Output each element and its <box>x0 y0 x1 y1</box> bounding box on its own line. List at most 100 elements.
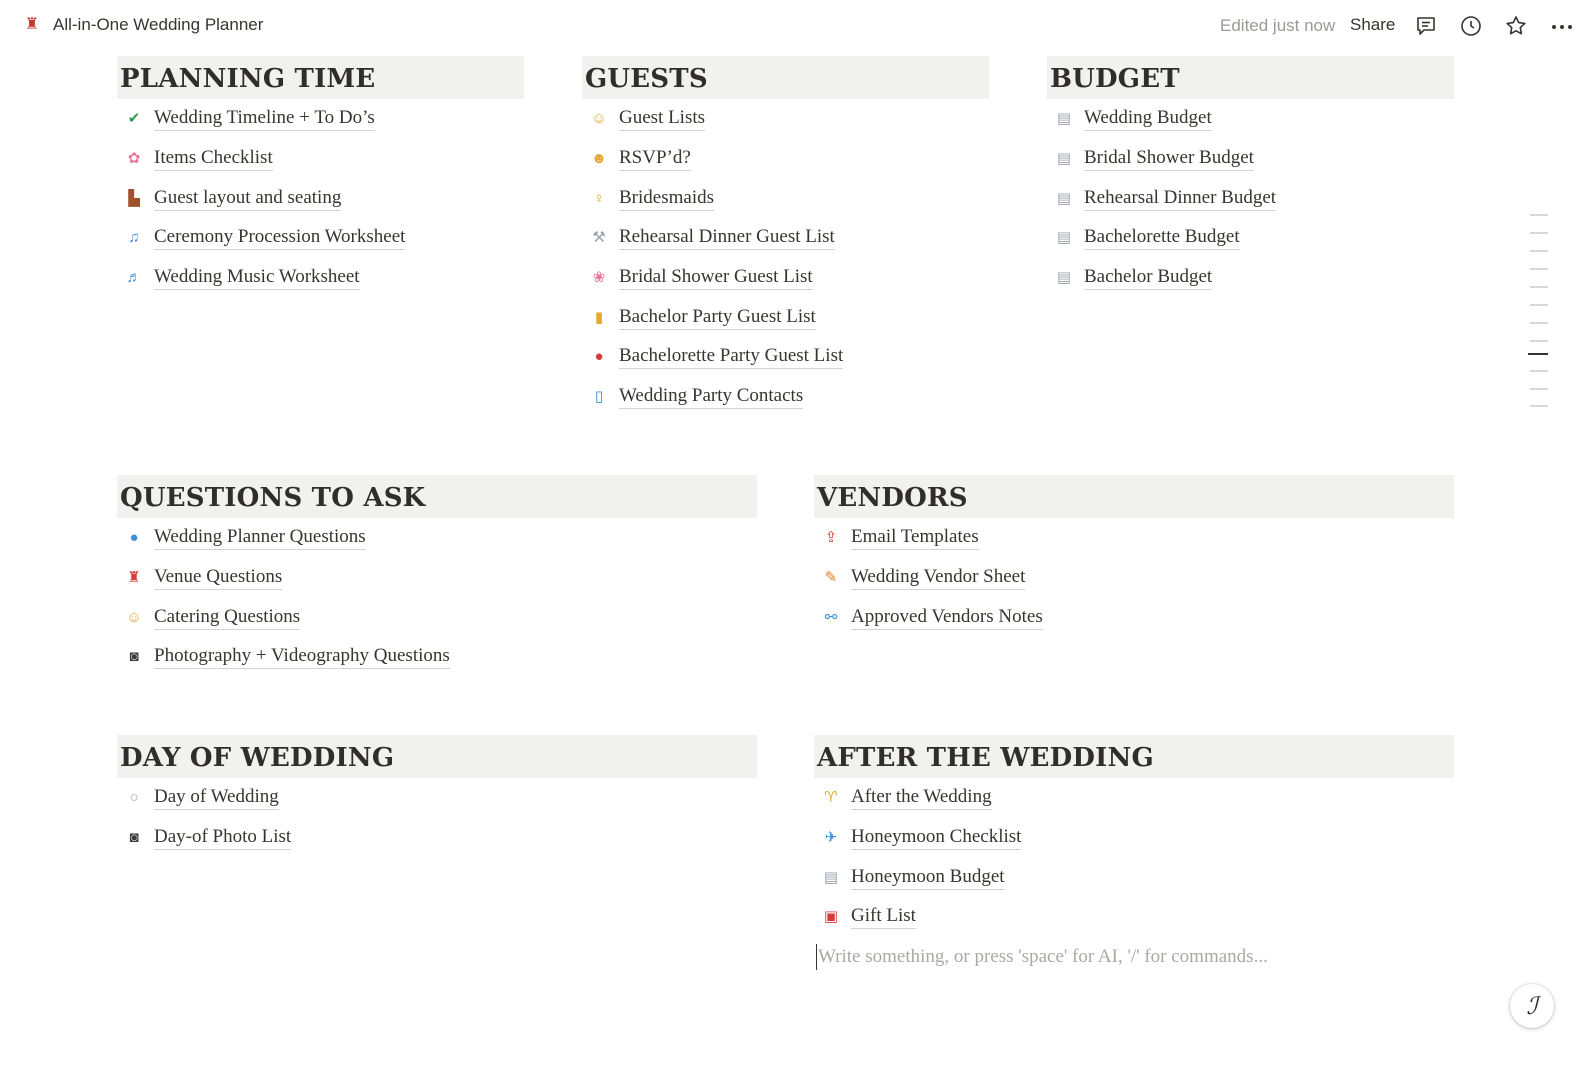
list-item-wedding-music[interactable]: ♬ Wedding Music Worksheet <box>117 258 524 298</box>
outline-mark[interactable] <box>1530 322 1548 324</box>
comment-icon[interactable] <box>1413 13 1439 39</box>
fork-knife-icon: ⚒ <box>592 229 606 247</box>
list-item-bridal-shower-guests[interactable]: ❀ Bridal Shower Guest List <box>582 258 989 298</box>
document-icon: ▤ <box>1056 229 1072 247</box>
outline-mark[interactable] <box>1530 405 1548 407</box>
outline-mark[interactable] <box>1530 304 1548 306</box>
section-heading: AFTER THE WEDDING <box>814 735 1454 778</box>
outline-mark[interactable] <box>1530 388 1548 390</box>
outline-mark[interactable] <box>1530 250 1548 252</box>
dayof-list: ○ Day of Wedding ◙ Day-of Photo List <box>117 778 757 857</box>
outline-mark-active[interactable] <box>1528 353 1548 355</box>
editor-placeholder[interactable]: Write something, or press 'space' for AI… <box>816 944 1268 970</box>
flower-icon: ✿ <box>127 150 141 168</box>
camera-flash-icon: ◙ <box>129 648 139 666</box>
list-item-honeymoon-checklist[interactable]: ✈ Honeymoon Checklist <box>814 818 1454 858</box>
list-item-wedding-vendor-sheet[interactable]: ✎ Wedding Vendor Sheet <box>814 558 1454 598</box>
budget-list: ▤ Wedding Budget ▤ Bridal Shower Budget ▤ R… <box>1047 99 1454 297</box>
more-options-icon[interactable] <box>1548 13 1578 39</box>
list-item-wedding-timeline[interactable]: ✔ Wedding Timeline + To Do’s <box>117 99 524 139</box>
star-icon[interactable] <box>1503 13 1529 39</box>
person-silhouette-icon: ● <box>129 529 139 547</box>
list-item-catering-questions[interactable]: ☺ Catering Questions <box>117 597 757 637</box>
yum-face-icon: ☺ <box>126 608 142 626</box>
help-glyph-icon: ℐ <box>1526 992 1538 1020</box>
outline-mark[interactable] <box>1530 232 1548 234</box>
section-heading: BUDGET <box>1047 56 1454 99</box>
outline-mark[interactable] <box>1530 268 1548 270</box>
section-heading: DAY OF WEDDING <box>117 735 757 778</box>
outline-mark[interactable] <box>1530 370 1548 372</box>
section-heading: PLANNING TIME <box>117 56 524 99</box>
section-budget: BUDGET ▤ Wedding Budget ▤ Bridal Shower Bu… <box>1047 56 1454 297</box>
section-heading: VENDORS <box>814 475 1454 518</box>
list-item-wedding-planner-questions[interactable]: ● Wedding Planner Questions <box>117 518 757 558</box>
section-questions-to-ask: QUESTIONS TO ASK ● Wedding Planner Questi… <box>117 475 757 677</box>
guests-list: ☺ Guest Lists ☻ RSVP’d? ♀ Bridesmaids ⚒ Rehe… <box>582 99 989 417</box>
after-list: ♈ After the Wedding ✈ Honeymoon Checklist … <box>814 778 1454 937</box>
music-notes-icon: ♬ <box>126 269 142 287</box>
list-item-bachelorette-budget[interactable]: ▤ Bachelorette Budget <box>1047 218 1454 258</box>
gift-icon: ▣ <box>823 908 839 926</box>
document-icon: ▤ <box>1056 110 1072 128</box>
list-item-bachelor-budget[interactable]: ▤ Bachelor Budget <box>1047 258 1454 298</box>
list-item-venue-questions[interactable]: ♜ Venue Questions <box>117 558 757 598</box>
section-vendors: VENDORS ⇪ Email Templates ✎ Wedding Vendor… <box>814 475 1454 637</box>
list-item-bridal-shower-budget[interactable]: ▤ Bridal Shower Budget <box>1047 139 1454 179</box>
planning-list: ✔ Wedding Timeline + To Do’s ✿ Items Check… <box>117 99 524 297</box>
list-item-day-of-wedding[interactable]: ○ Day of Wedding <box>117 778 757 818</box>
help-button[interactable]: ℐ <box>1510 984 1554 1028</box>
list-item-rehearsal-dinner-guests[interactable]: ⚒ Rehearsal Dinner Guest List <box>582 218 989 258</box>
section-after-the-wedding: AFTER THE WEDDING ♈ After the Wedding ✈ Ho… <box>814 735 1454 937</box>
list-item-rsvpd[interactable]: ☻ RSVP’d? <box>582 139 989 179</box>
outbox-icon: ⇪ <box>824 529 838 547</box>
beer-icon: ▮ <box>594 308 604 326</box>
list-item-gift-list[interactable]: ▣ Gift List <box>814 897 1454 937</box>
ring-icon: ○ <box>129 789 139 807</box>
wedding-chapel-icon: ♜ <box>127 569 141 587</box>
section-heading: QUESTIONS TO ASK <box>117 475 757 518</box>
history-clock-icon[interactable] <box>1458 13 1484 39</box>
airplane-icon: ✈ <box>824 829 838 847</box>
list-item-wedding-party-contacts[interactable]: ▯ Wedding Party Contacts <box>582 377 989 417</box>
list-item-items-checklist[interactable]: ✿ Items Checklist <box>117 139 524 179</box>
list-item-wedding-budget[interactable]: ▤ Wedding Budget <box>1047 99 1454 139</box>
list-item-honeymoon-budget[interactable]: ▤ Honeymoon Budget <box>814 857 1454 897</box>
list-item-bachelorette-party-guests[interactable]: ● Bachelorette Party Guest List <box>582 337 989 377</box>
list-item-bridesmaids[interactable]: ♀ Bridesmaids <box>582 178 989 218</box>
music-note-icon: ♫ <box>128 229 140 247</box>
page-title[interactable]: All-in-One Wedding Planner <box>53 15 263 35</box>
balloon-icon: ● <box>594 348 604 366</box>
list-item-approved-vendors-notes[interactable]: ⚯ Approved Vendors Notes <box>814 597 1454 637</box>
edited-status: Edited just now <box>1220 16 1336 35</box>
document-icon: ▤ <box>1056 189 1072 207</box>
list-item-after-the-wedding[interactable]: ♈ After the Wedding <box>814 778 1454 818</box>
section-heading: GUESTS <box>582 56 989 99</box>
outline-mark[interactable] <box>1530 340 1548 342</box>
pencil-icon: ✎ <box>824 569 838 587</box>
list-item-bachelor-party-guests[interactable]: ▮ Bachelor Party Guest List <box>582 297 989 337</box>
share-button[interactable]: Share <box>1350 15 1395 35</box>
list-item-rehearsal-dinner-budget[interactable]: ▤ Rehearsal Dinner Budget <box>1047 178 1454 218</box>
list-item-day-of-photo-list[interactable]: ◙ Day-of Photo List <box>117 818 757 858</box>
wedding-chapel-icon[interactable]: ♜ <box>22 14 42 36</box>
link-icon: ⚯ <box>824 608 838 626</box>
camera-icon: ◙ <box>129 829 139 847</box>
check-icon: ✔ <box>127 110 141 128</box>
women-holding-hands-icon: ♀ <box>593 189 605 207</box>
section-planning-time: PLANNING TIME ✔ Wedding Timeline + To Do’… <box>117 56 524 297</box>
outline-mark[interactable] <box>1530 286 1548 288</box>
list-item-email-templates[interactable]: ⇪ Email Templates <box>814 518 1454 558</box>
person-shrug-icon: ☻ <box>591 150 607 168</box>
phone-arrow-icon: ▯ <box>594 388 604 406</box>
list-item-guest-layout[interactable]: ▙ Guest layout and seating <box>117 178 524 218</box>
document-icon: ▤ <box>1056 150 1072 168</box>
questions-list: ● Wedding Planner Questions ♜ Venue Questi… <box>117 518 757 677</box>
chair-icon: ▙ <box>128 189 140 207</box>
outline-mark[interactable] <box>1530 214 1548 216</box>
list-item-ceremony-procession[interactable]: ♫ Ceremony Procession Worksheet <box>117 218 524 258</box>
document-icon: ▤ <box>823 868 839 886</box>
list-item-guest-lists[interactable]: ☺ Guest Lists <box>582 99 989 139</box>
list-item-photography-questions[interactable]: ◙ Photography + Videography Questions <box>117 637 757 677</box>
section-guests: GUESTS ☺ Guest Lists ☻ RSVP’d? ♀ Bridesmaid… <box>582 56 989 417</box>
